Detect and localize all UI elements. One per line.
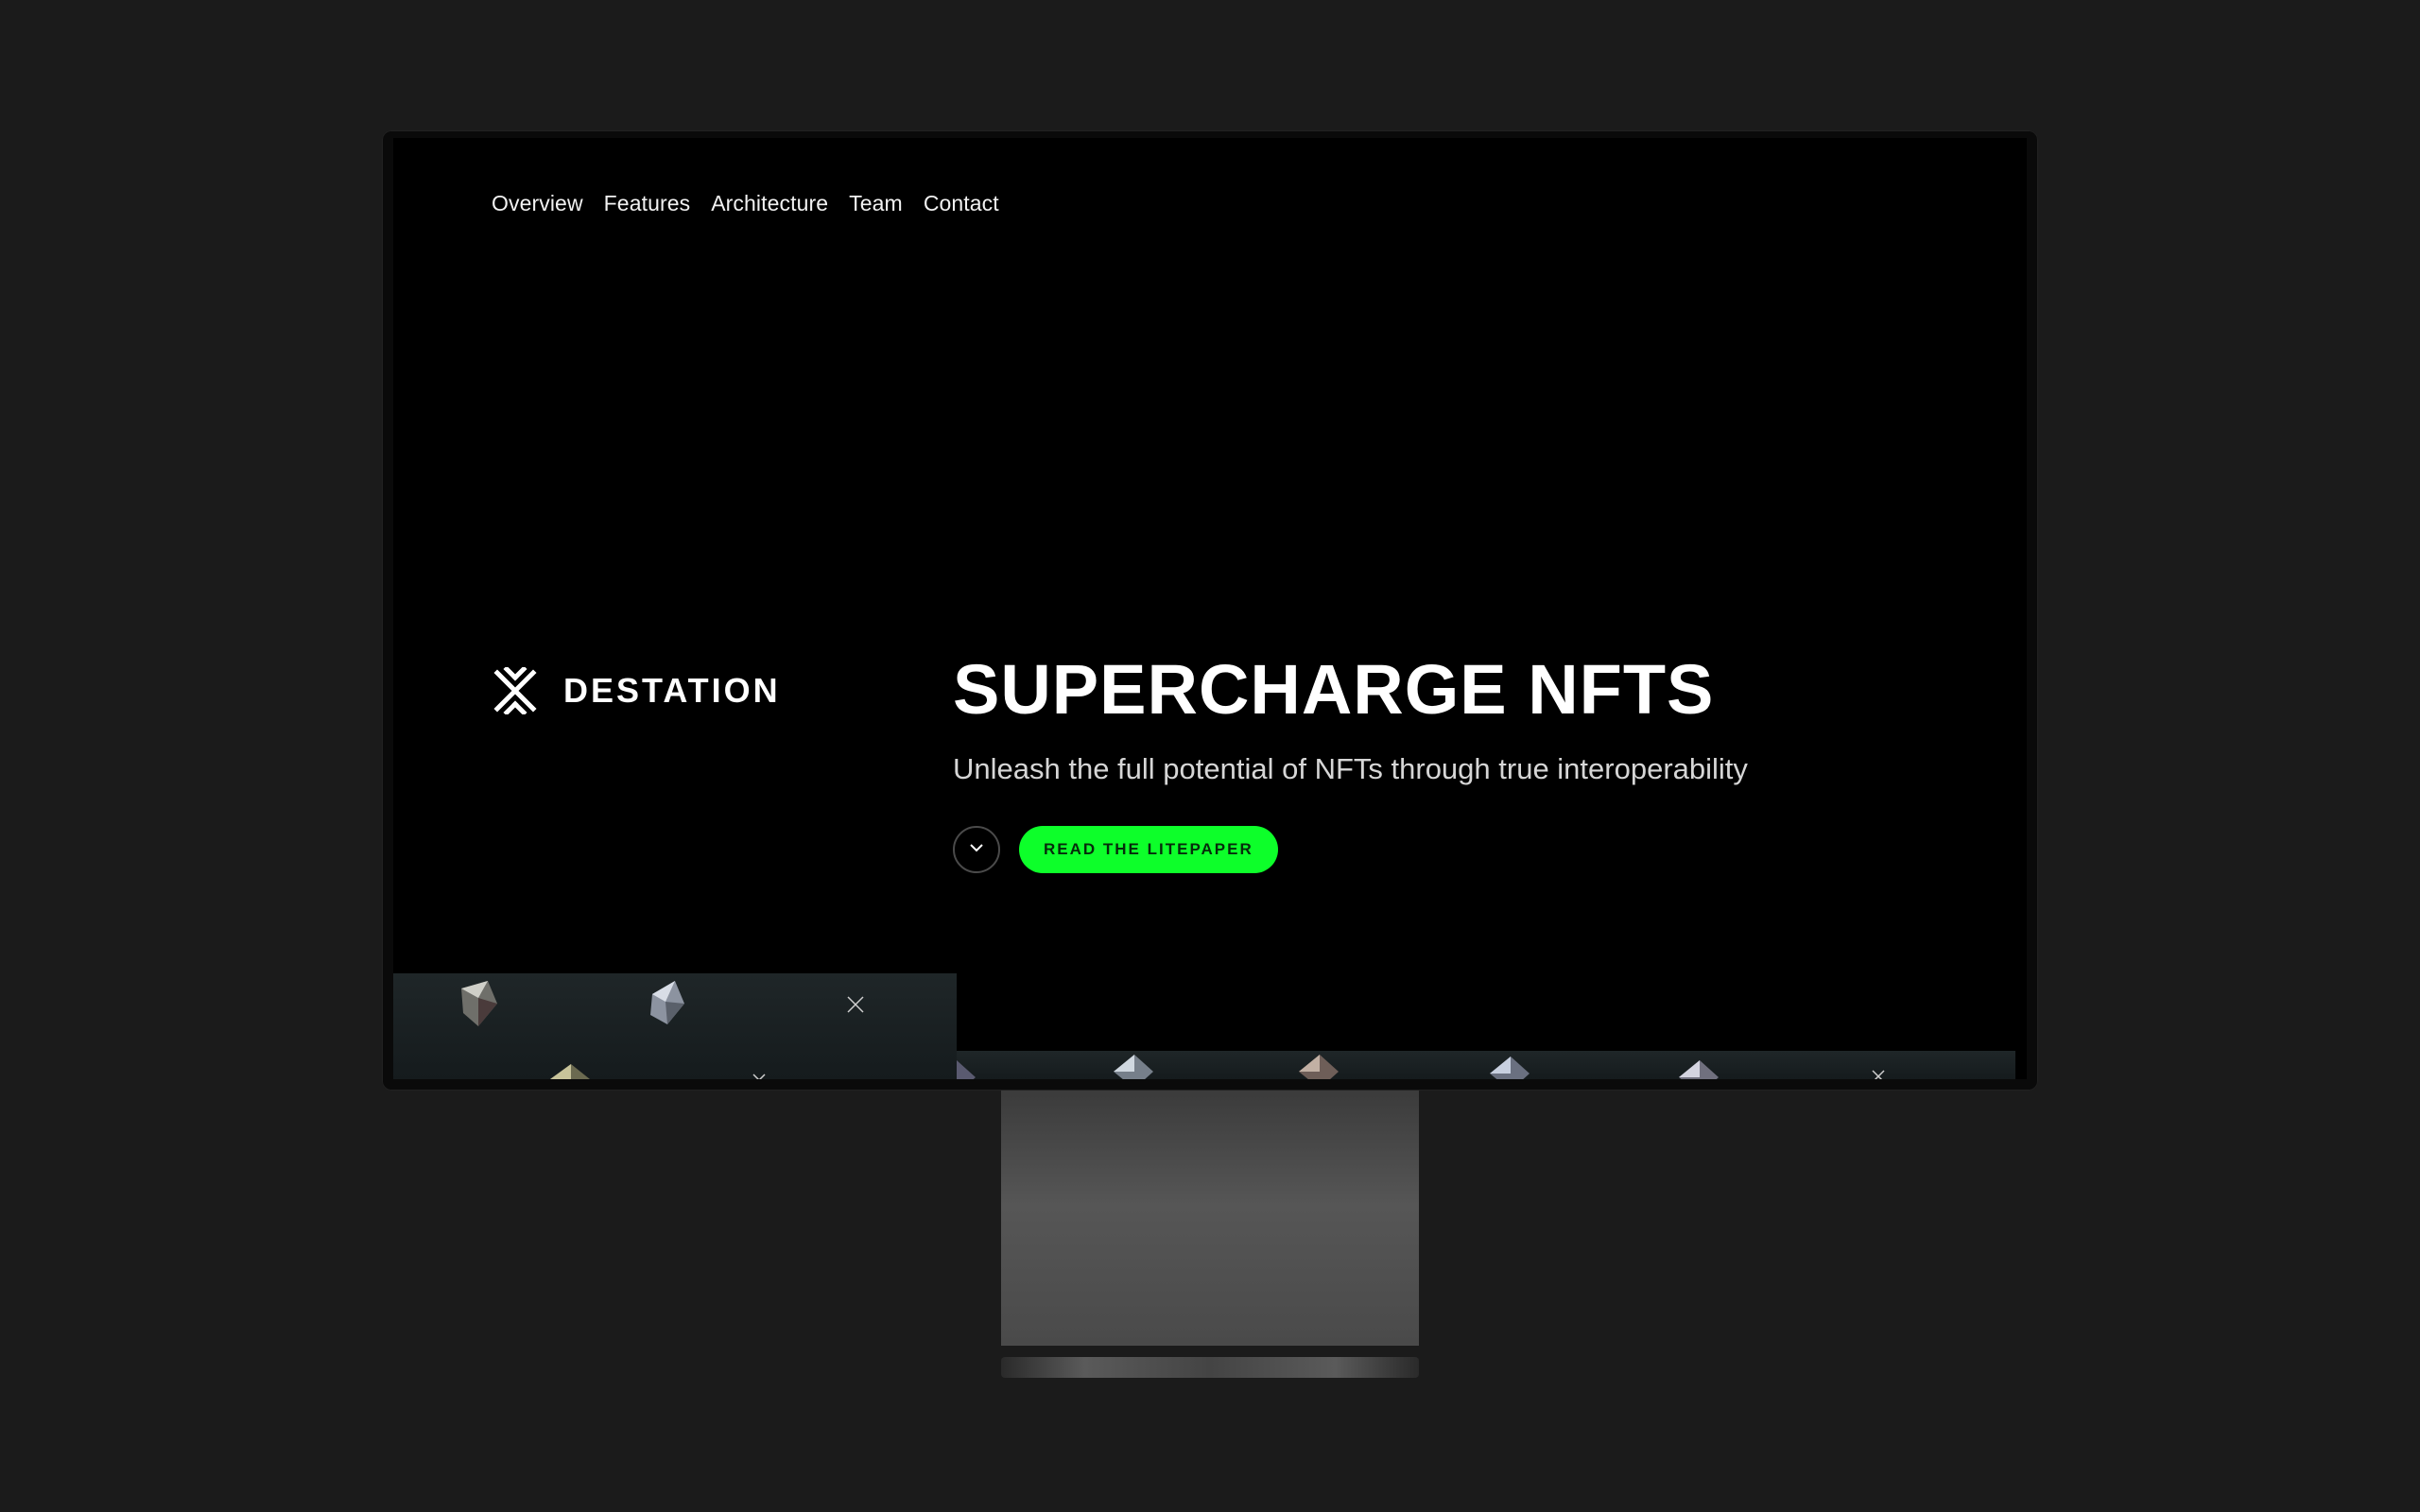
hero-title: SUPERCHARGE NFTS: [953, 650, 1715, 729]
monitor-frame: Overview Features Architecture Team Cont…: [382, 130, 2038, 1091]
gem-image: [1679, 1060, 1719, 1079]
nav-item-contact[interactable]: Contact: [924, 191, 999, 216]
sparkle-icon: [847, 996, 864, 1013]
hero-subtitle: Unleash the full potential of NFTs throu…: [953, 752, 1748, 785]
gem-image: [957, 1060, 976, 1079]
brand-logo[interactable]: DESTATION: [492, 667, 781, 714]
browser-viewport: Overview Features Architecture Team Cont…: [393, 138, 2027, 1079]
nav-item-features[interactable]: Features: [604, 191, 691, 216]
chevron-down-icon: [968, 841, 985, 858]
nft-gallery-preview: [393, 973, 957, 1079]
gem-image: [550, 1064, 590, 1079]
scroll-down-button[interactable]: [953, 826, 1000, 873]
gem-image: [650, 981, 684, 1024]
sparkle-icon: [752, 1074, 766, 1079]
gem-image: [1114, 1055, 1153, 1079]
gem-image: [461, 981, 497, 1026]
destation-logo-icon: [492, 667, 539, 714]
gem-image: [1299, 1055, 1339, 1079]
read-litepaper-button[interactable]: READ THE LITEPAPER: [1019, 826, 1278, 873]
sparkle-icon: [1872, 1070, 1885, 1079]
monitor-stand: [1001, 1091, 1419, 1346]
brand-name: DESTATION: [563, 671, 781, 710]
gem-image: [1490, 1057, 1530, 1079]
monitor-stand-base: [1001, 1357, 1419, 1378]
nav-item-architecture[interactable]: Architecture: [711, 191, 828, 216]
nav-item-team[interactable]: Team: [849, 191, 903, 216]
top-nav: Overview Features Architecture Team Cont…: [492, 191, 999, 216]
nft-carousel-strip: [957, 1051, 2015, 1079]
nav-item-overview[interactable]: Overview: [492, 191, 583, 216]
hero-actions: READ THE LITEPAPER: [953, 826, 1278, 873]
